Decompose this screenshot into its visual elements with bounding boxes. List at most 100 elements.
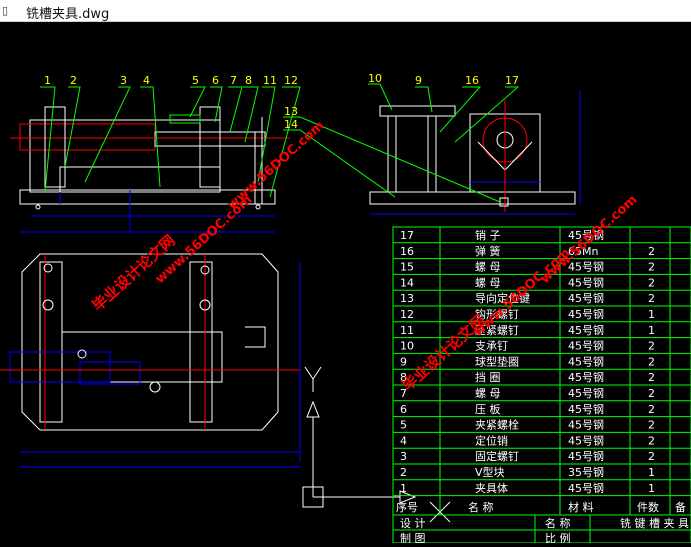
bom-cell-qty: 2 — [648, 292, 655, 305]
bom-cell-no: 13 — [400, 292, 414, 305]
balloon-9: 9 — [415, 74, 422, 87]
bom-cell-qty: 2 — [648, 434, 655, 447]
bom-cell-material: 45号钢 — [568, 434, 604, 447]
balloon-2: 2 — [70, 74, 77, 87]
bom-header-material: 材 料 — [568, 500, 594, 514]
bom-cell-material: 45号钢 — [568, 450, 604, 463]
bom-row: 2 V型块 35号钢 1 — [400, 465, 655, 479]
title-bar: ▯ 铣槽夹具.dwg — [0, 0, 691, 22]
bom-header-note: 备 — [675, 500, 686, 514]
bom-row: 1 夹具体 45号钢 1 — [400, 481, 655, 495]
bom-cell-no: 17 — [400, 229, 414, 242]
window-title: 铣槽夹具.dwg — [26, 7, 110, 22]
drawing-canvas[interactable]: 1 2 3 4 5 6 7 8 11 12 13 14 10 9 16 17 1… — [0, 22, 691, 545]
bom-cell-no: 6 — [400, 403, 407, 416]
title-block-name-value: 铣 键 槽 夹 具 — [620, 516, 689, 530]
bom-row: 7螺 母 45号钢 2 — [400, 387, 655, 400]
bom-cell-name: 夹具体 — [475, 481, 508, 495]
bom-cell-material: 45号钢 — [568, 387, 604, 400]
balloon-14: 14 — [284, 118, 298, 131]
bom-cell-no: 1 — [400, 482, 407, 495]
bom-cell-qty: 1 — [648, 308, 655, 321]
bom-cell-qty: 2 — [648, 245, 655, 258]
balloon-4: 4 — [143, 74, 150, 87]
front-view — [10, 106, 290, 233]
bom-cell-material: 35号钢 — [568, 466, 604, 479]
balloon-11: 11 — [263, 74, 277, 87]
balloon-6: 6 — [212, 74, 219, 87]
balloon-16: 16 — [465, 74, 479, 87]
bom-cell-name: 固定螺钉 — [475, 449, 519, 463]
bom-row: 3 固定螺钉 45号钢 2 — [400, 449, 655, 463]
bom-cell-material: 45号钢 — [568, 308, 604, 321]
bom-cell-no: 12 — [400, 308, 414, 321]
bom-cell-qty: 2 — [648, 371, 655, 384]
bom-cell-no: 11 — [400, 324, 414, 337]
bom-cell-name: 挡 圈 — [475, 370, 501, 384]
bom-cell-material: 45号钢 — [568, 403, 604, 416]
bom-cell-no: 2 — [400, 466, 407, 479]
bom-cell-name: V型块 — [475, 465, 505, 479]
balloon-labels: 1 2 3 4 5 6 7 8 11 12 13 14 10 9 16 17 — [44, 72, 519, 131]
bom-row: 17 销 子 45号钢 — [400, 228, 604, 242]
bom-row: 11 压紧螺钉 45号钢 1 — [400, 324, 655, 337]
bom-cell-qty: 2 — [648, 355, 655, 368]
title-block-draw: 制 图 — [400, 532, 426, 543]
bom-cell-qty: 2 — [648, 403, 655, 416]
bom-cell-no: 15 — [400, 261, 414, 274]
bom-cell-name: 螺 母 — [475, 261, 501, 274]
bom-row: 16 弹 簧 65Mn 2 — [400, 244, 655, 258]
bom-header-name: 名 称 — [468, 500, 494, 514]
bom-cell-material: 45号钢 — [568, 371, 604, 384]
side-view — [369, 90, 581, 215]
bom-cell-qty: 2 — [648, 387, 655, 400]
bom-cell-name: 销 子 — [475, 228, 501, 242]
ucs-icon — [302, 400, 451, 523]
title-block-scale: 比 例 — [545, 531, 571, 543]
title-block-design: 设 计 — [400, 517, 426, 530]
bom-cell-material: 45号钢 — [568, 482, 604, 495]
bom-cell-no: 5 — [400, 419, 407, 432]
balloon-3: 3 — [120, 74, 127, 87]
bom-cell-name: 球型垫圈 — [475, 354, 519, 368]
bom-cell-no: 4 — [400, 434, 407, 447]
bom-cell-qty: 2 — [648, 419, 655, 432]
leader-lines — [40, 83, 520, 203]
bom-cell-material: 45号钢 — [568, 276, 604, 289]
bom-row: 4 定位销 45号钢 2 — [400, 433, 655, 447]
bom-cell-material: 45号钢 — [568, 419, 604, 432]
bom-row: 8挡 圈 45号钢 2 — [400, 370, 655, 384]
bom-row: 5 夹紧螺栓 45号钢 2 — [400, 418, 655, 432]
balloon-7: 7 — [230, 74, 237, 87]
bom-cell-name: 弹 簧 — [475, 244, 501, 258]
bom-cell-no: 3 — [400, 450, 407, 463]
bom-cell-qty: 2 — [648, 340, 655, 353]
bom-cell-no: 10 — [400, 340, 414, 353]
bom-header-qty: 件数 — [637, 501, 659, 514]
file-icon: ▯ — [2, 4, 9, 17]
bom-cell-no: 16 — [400, 245, 414, 258]
bom-cell-name: 螺 母 — [475, 387, 501, 400]
bom-cell-material: 45号钢 — [568, 324, 604, 337]
bom-row: 12 钩形螺钉 45号钢 1 — [400, 307, 655, 321]
bom-row: 6 压 板 45号钢 2 — [400, 402, 655, 416]
bom-cell-name: 定位销 — [475, 433, 508, 447]
bom-row: 15 螺 母 45号钢 2 — [400, 261, 655, 274]
balloon-10: 10 — [368, 72, 382, 85]
bom-cell-qty: 2 — [648, 450, 655, 463]
bom-cell-qty: 2 — [648, 261, 655, 274]
bom-cell-qty: 1 — [648, 324, 655, 337]
bom-cell-name: 支承钉 — [475, 340, 508, 353]
balloon-8: 8 — [245, 74, 252, 87]
bom-cell-name: 夹紧螺栓 — [475, 418, 519, 432]
bom-cell-material: 45号钢 — [568, 292, 604, 305]
bom-cell-no: 9 — [400, 355, 407, 368]
watermark-url-2: www.56DOC.com — [225, 118, 328, 213]
bom-cell-qty: 1 — [648, 482, 655, 495]
bom-cell-no: 14 — [400, 276, 414, 289]
bom-cell-name: 压 板 — [475, 402, 501, 416]
balloon-12: 12 — [284, 74, 298, 87]
title-block-name-label: 名 称 — [545, 516, 571, 530]
bom-header-no: 序号 — [396, 500, 418, 514]
bom-cell-name: 螺 母 — [475, 276, 501, 289]
